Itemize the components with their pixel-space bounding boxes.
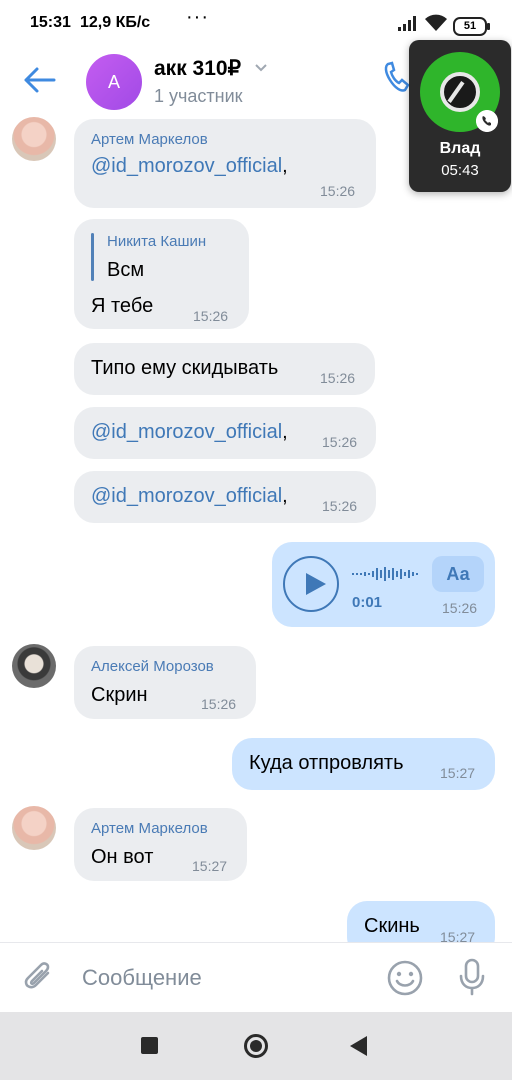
chat-title[interactable]: акк 310₽: [154, 56, 241, 81]
message-text: Скрин: [91, 684, 148, 706]
message-time: 15:26: [442, 600, 478, 616]
message-time: 15:27: [440, 765, 476, 781]
message-text: Он вот: [91, 846, 154, 868]
message-text: Куда отпровлять: [249, 752, 404, 774]
message-time: 15:26: [201, 696, 237, 712]
message-text: ,: [282, 485, 288, 507]
message-composer: [0, 942, 512, 1013]
active-call-widget[interactable]: Влад 05:43: [409, 40, 511, 192]
waveform[interactable]: [352, 564, 422, 584]
paperclip-icon[interactable]: [22, 959, 56, 995]
message-bubble[interactable]: Артем Маркелов Он вот 15:27: [74, 808, 247, 881]
message-time: 15:26: [320, 370, 356, 386]
reply-text[interactable]: Всм: [107, 259, 144, 282]
play-button[interactable]: [283, 556, 339, 612]
chevron-down-icon[interactable]: [254, 62, 268, 72]
more-notifications-icon: ···: [186, 6, 209, 28]
message-bubble[interactable]: Алексей Морозов Скрин 15:26: [74, 646, 256, 719]
recent-apps-button[interactable]: [141, 1037, 158, 1054]
system-nav-bar: [0, 1012, 512, 1080]
message-text: Я тебе: [91, 295, 154, 317]
battery-icon: 51: [453, 17, 490, 36]
message-text: Скинь: [364, 915, 420, 937]
chat-avatar[interactable]: А: [86, 54, 142, 110]
voice-duration: 0:01: [352, 594, 383, 611]
call-button[interactable]: [382, 60, 412, 94]
wifi-icon: [425, 14, 447, 31]
phone-icon: [476, 110, 498, 132]
message-bubble[interactable]: @id_morozov_official, 15:26: [74, 471, 376, 523]
reply-sender[interactable]: Никита Кашин: [107, 233, 206, 250]
smile-icon[interactable]: [386, 959, 424, 997]
avatar[interactable]: [12, 644, 56, 688]
message-bubble[interactable]: @id_morozov_official, 15:26: [74, 407, 376, 459]
battery-level: 51: [463, 20, 477, 32]
status-time: 15:31: [30, 14, 71, 31]
mention-link[interactable]: @id_morozov_official: [91, 485, 282, 507]
message-time: 15:26: [320, 183, 356, 199]
message-text: Типо ему скидывать: [91, 357, 279, 379]
mention-link[interactable]: @id_morozov_official: [91, 421, 282, 443]
home-button[interactable]: [244, 1034, 268, 1058]
message-text: ,: [282, 155, 288, 177]
microphone-icon[interactable]: [456, 957, 488, 997]
system-back-button[interactable]: [350, 1036, 367, 1056]
chat-members-count: 1 участник: [154, 86, 243, 106]
voice-message-bubble[interactable]: 0:01 Аа 15:26: [272, 542, 495, 627]
message-text: ,: [282, 421, 288, 443]
message-time: 15:26: [193, 308, 229, 324]
message-bubble[interactable]: Никита Кашин Всм Я тебе 15:26: [74, 219, 249, 329]
message-bubble[interactable]: Куда отпровлять 15:27: [232, 738, 495, 790]
message-bubble[interactable]: Скинь 15:27: [347, 901, 495, 942]
message-list[interactable]: Артем Маркелов @id_morozov_official, 15:…: [0, 116, 512, 942]
transcribe-button[interactable]: Аа: [432, 556, 484, 592]
back-button[interactable]: [22, 64, 58, 96]
message-time: 15:27: [440, 929, 476, 942]
avatar[interactable]: [12, 117, 56, 161]
message-time: 15:26: [322, 434, 358, 450]
message-sender[interactable]: Алексей Морозов: [91, 658, 214, 675]
message-sender[interactable]: Артем Маркелов: [91, 131, 208, 148]
signal-icon: [398, 16, 416, 31]
reply-bar: [91, 233, 94, 281]
caller-name: Влад: [439, 140, 481, 157]
network-speed: 12,9 КБ/с: [80, 14, 151, 31]
message-bubble[interactable]: Артем Маркелов @id_morozov_official, 15:…: [74, 119, 376, 208]
avatar[interactable]: [12, 806, 56, 850]
message-input[interactable]: [82, 965, 362, 991]
message-time: 15:27: [192, 858, 228, 874]
call-duration: 05:43: [441, 162, 479, 179]
message-bubble[interactable]: Типо ему скидывать 15:26: [74, 343, 375, 395]
mention-link[interactable]: @id_morozov_official: [91, 155, 282, 177]
message-time: 15:26: [322, 498, 358, 514]
message-sender[interactable]: Артем Маркелов: [91, 820, 208, 837]
